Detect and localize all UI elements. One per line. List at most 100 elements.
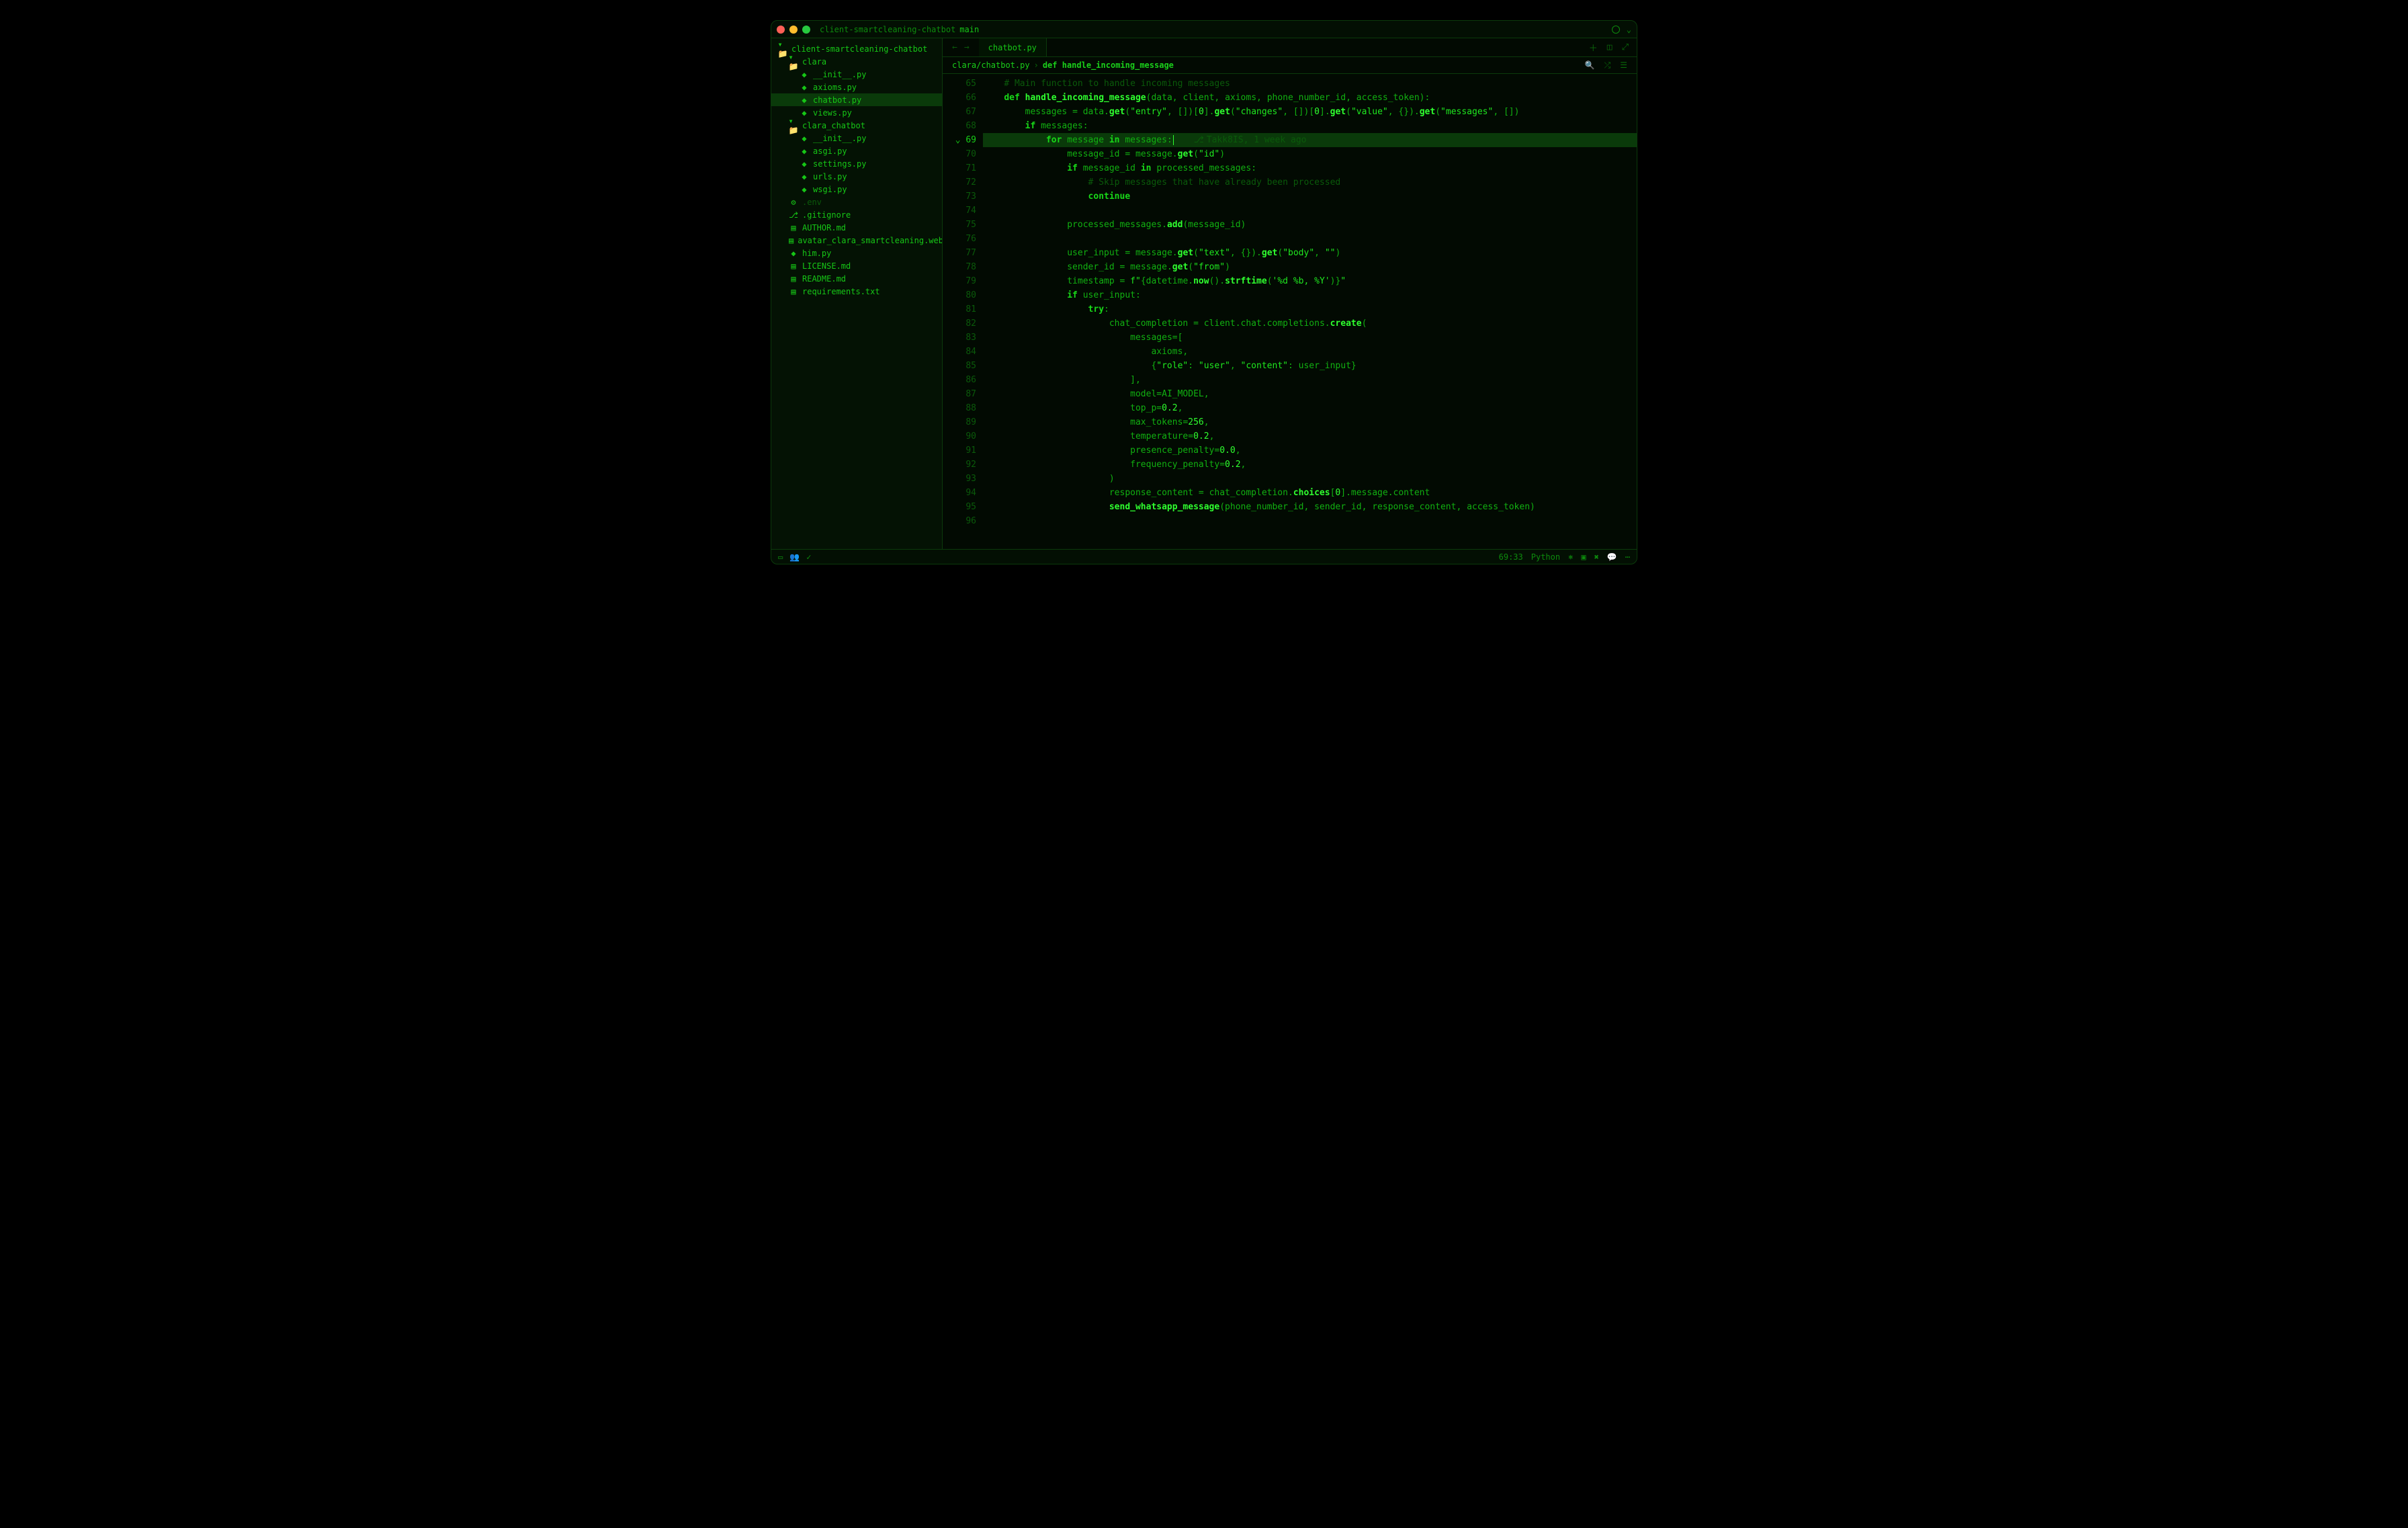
code-line[interactable]: axioms,: [983, 345, 1637, 359]
code-line[interactable]: temperature=0.2,: [983, 429, 1637, 443]
sidebar-file[interactable]: ⚙.env: [771, 196, 942, 208]
line-number[interactable]: 81: [943, 302, 976, 316]
code-line[interactable]: presence_penalty=0.0,: [983, 443, 1637, 458]
sidebar-file[interactable]: ⎇.gitignore: [771, 208, 942, 221]
line-number[interactable]: 88: [943, 401, 976, 415]
line-number[interactable]: 68: [943, 119, 976, 133]
editor-tab[interactable]: chatbot.py: [979, 38, 1047, 56]
sidebar-file[interactable]: ▤requirements.txt: [771, 285, 942, 298]
line-number[interactable]: 96: [943, 514, 976, 528]
sidebar-file[interactable]: ◆axioms.py: [771, 81, 942, 93]
split-editor-icon[interactable]: ◫: [1607, 42, 1612, 52]
code-line[interactable]: send_whatsapp_message(phone_number_id, s…: [983, 500, 1637, 514]
sidebar-file[interactable]: ◆asgi.py: [771, 144, 942, 157]
sidebar-folder[interactable]: ▾📁clara_chatbot: [771, 119, 942, 132]
line-number[interactable]: 93: [943, 472, 976, 486]
line-number[interactable]: 91: [943, 443, 976, 458]
line-number[interactable]: 78: [943, 260, 976, 274]
sidebar-folder[interactable]: ▾📁clara: [771, 55, 942, 68]
code-area[interactable]: 65666768⌄ 697071727374757677787980818283…: [943, 74, 1637, 549]
code-line[interactable]: if message_id in processed_messages:: [983, 161, 1637, 175]
code-line[interactable]: [983, 232, 1637, 246]
line-number[interactable]: 82: [943, 316, 976, 331]
code-line[interactable]: message_id = message.get("id"): [983, 147, 1637, 161]
language-mode[interactable]: Python: [1531, 552, 1560, 562]
sidebar-file[interactable]: ▤LICENSE.md: [771, 259, 942, 272]
code-line[interactable]: sender_id = message.get("from"): [983, 260, 1637, 274]
code-line[interactable]: top_p=0.2,: [983, 401, 1637, 415]
line-number[interactable]: 84: [943, 345, 976, 359]
collab-icon[interactable]: 👥: [789, 552, 800, 562]
code-line[interactable]: user_input = message.get("text", {}).get…: [983, 246, 1637, 260]
line-number[interactable]: 71: [943, 161, 976, 175]
line-number[interactable]: 67: [943, 105, 976, 119]
code-content[interactable]: # Main function to handle incoming messa…: [983, 74, 1637, 549]
line-number[interactable]: 83: [943, 331, 976, 345]
sidebar-file[interactable]: ▤avatar_clara_smartcleaning.webp: [771, 234, 942, 247]
sidebar-file[interactable]: ▤AUTHOR.md: [771, 221, 942, 234]
line-number[interactable]: 92: [943, 458, 976, 472]
code-line[interactable]: # Main function to handle incoming messa…: [983, 77, 1637, 91]
shuffle-icon[interactable]: ⤮: [1604, 60, 1611, 71]
sidebar-file[interactable]: ▤README.md: [771, 272, 942, 285]
code-line[interactable]: def handle_incoming_message(data, client…: [983, 91, 1637, 105]
code-line[interactable]: continue: [983, 189, 1637, 204]
code-line[interactable]: chat_completion = client.chat.completion…: [983, 316, 1637, 331]
nav-back[interactable]: ←: [952, 42, 957, 52]
git-branch[interactable]: main: [959, 25, 979, 34]
code-line[interactable]: for message in messages:⎇Takk8IS, 1 week…: [983, 133, 1637, 147]
line-number[interactable]: 80: [943, 288, 976, 302]
code-line[interactable]: frequency_penalty=0.2,: [983, 458, 1637, 472]
sidebar-file[interactable]: ◆settings.py: [771, 157, 942, 170]
line-number[interactable]: 66: [943, 91, 976, 105]
line-number[interactable]: 94: [943, 486, 976, 500]
line-number[interactable]: 86: [943, 373, 976, 387]
line-number[interactable]: 75: [943, 218, 976, 232]
line-number[interactable]: 95: [943, 500, 976, 514]
code-line[interactable]: messages = data.get("entry", [])[0].get(…: [983, 105, 1637, 119]
code-line[interactable]: # Skip messages that have already been p…: [983, 175, 1637, 189]
code-line[interactable]: [983, 204, 1637, 218]
line-number[interactable]: 76: [943, 232, 976, 246]
expand-icon[interactable]: ⤢: [1622, 42, 1629, 52]
record-icon[interactable]: [1612, 26, 1620, 34]
code-line[interactable]: ],: [983, 373, 1637, 387]
line-number[interactable]: 79: [943, 274, 976, 288]
line-number[interactable]: 70: [943, 147, 976, 161]
sidebar-file[interactable]: ◆him.py: [771, 247, 942, 259]
cursor-position[interactable]: 69:33: [1499, 552, 1523, 562]
line-number[interactable]: 77: [943, 246, 976, 260]
new-file-icon[interactable]: ＋: [1589, 41, 1598, 54]
code-line[interactable]: messages=[: [983, 331, 1637, 345]
line-number[interactable]: 87: [943, 387, 976, 401]
breadcrumb-symbol[interactable]: def handle_incoming_message: [1043, 60, 1174, 70]
line-number[interactable]: 90: [943, 429, 976, 443]
sidebar-file[interactable]: ◆wsgi.py: [771, 183, 942, 196]
breadcrumb-path[interactable]: clara/chatbot.py: [952, 60, 1030, 70]
settings-icon[interactable]: ☰: [1620, 60, 1627, 71]
chevron-down-icon[interactable]: ⌄: [1627, 25, 1631, 34]
nav-forward[interactable]: →: [964, 42, 970, 52]
code-line[interactable]: processed_messages.add(message_id): [983, 218, 1637, 232]
code-line[interactable]: model=AI_MODEL,: [983, 387, 1637, 401]
code-line[interactable]: if user_input:: [983, 288, 1637, 302]
file-explorer[interactable]: ▾📁 client-smartcleaning-chatbot ▾📁clara◆…: [771, 38, 943, 549]
code-line[interactable]: timestamp = f"{datetime.now().strftime('…: [983, 274, 1637, 288]
code-line[interactable]: try:: [983, 302, 1637, 316]
line-number[interactable]: 73: [943, 189, 976, 204]
diagnostics-ok-icon[interactable]: ✓: [806, 552, 811, 562]
error-icon[interactable]: ✖: [1594, 552, 1599, 562]
search-icon[interactable]: 🔍: [1585, 60, 1595, 71]
sidebar-file[interactable]: ◆urls.py: [771, 170, 942, 183]
minimize-window[interactable]: [789, 26, 798, 34]
line-number[interactable]: 65: [943, 77, 976, 91]
more-icon[interactable]: ⋯: [1625, 552, 1630, 562]
code-line[interactable]: [983, 514, 1637, 528]
panel-toggle-icon[interactable]: ▭: [778, 552, 783, 562]
chat-icon[interactable]: 💬: [1607, 552, 1617, 562]
code-line[interactable]: max_tokens=256,: [983, 415, 1637, 429]
line-number[interactable]: 74: [943, 204, 976, 218]
maximize-window[interactable]: [802, 26, 810, 34]
line-number[interactable]: 85: [943, 359, 976, 373]
code-line[interactable]: if messages:: [983, 119, 1637, 133]
